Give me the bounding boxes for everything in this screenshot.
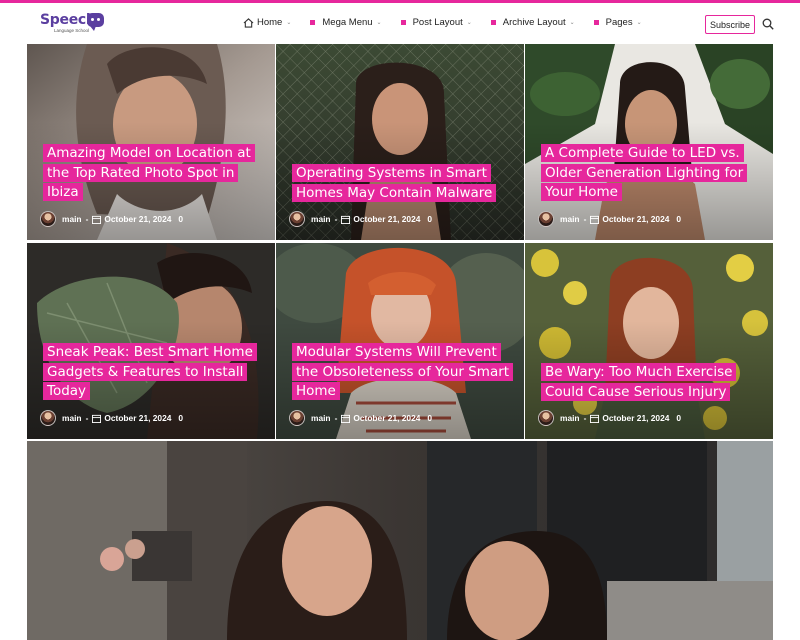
calendar-icon [590, 414, 600, 423]
nav-item-post-layout[interactable]: Post Layout ⌄ [400, 17, 472, 28]
calendar-icon [341, 414, 351, 423]
post-date[interactable]: October 21, 2024 [104, 214, 171, 224]
nav-item-archive-layout[interactable]: Archive Layout ⌄ [490, 17, 575, 28]
subscribe-button[interactable]: Subscribe [705, 15, 755, 34]
nav-item-mega-menu[interactable]: Mega Menu ⌄ [310, 17, 382, 28]
featured-photo [27, 441, 773, 640]
comment-count[interactable]: 0 [427, 413, 432, 423]
post-title[interactable]: Amazing Model on Location at the Top Rat… [43, 144, 263, 203]
post-card[interactable]: Be Wary: Too Much Exercise Could Cause S… [525, 243, 773, 439]
post-date[interactable]: October 21, 2024 [602, 214, 669, 224]
meta-separator: - [334, 413, 338, 423]
author-avatar[interactable] [538, 410, 554, 426]
post-title[interactable]: Modular Systems Will Prevent the Obsolet… [292, 343, 514, 402]
post-card[interactable]: Modular Systems Will Prevent the Obsolet… [276, 243, 524, 439]
post-card[interactable]: Amazing Model on Location at the Top Rat… [27, 44, 275, 240]
post-card[interactable]: Operating Systems in Smart Homes May Con… [276, 44, 524, 240]
site-header: Speech Language School Home ⌄ Mega Menu … [0, 3, 800, 44]
nav-label: Mega Menu [322, 17, 373, 28]
post-title-wrap: Be Wary: Too Much Exercise Could Cause S… [541, 363, 761, 402]
post-author[interactable]: main [62, 214, 82, 224]
post-author[interactable]: main [560, 413, 580, 423]
comment-count[interactable]: 0 [178, 413, 183, 423]
post-card[interactable]: A Complete Guide to LED vs. Older Genera… [525, 44, 773, 240]
chevron-down-icon: ⌄ [569, 20, 575, 26]
comment-count[interactable]: 0 [427, 214, 432, 224]
nav-item-pages[interactable]: Pages ⌄ [593, 17, 642, 28]
calendar-icon [92, 215, 102, 224]
featured-post-image[interactable] [27, 441, 773, 640]
chevron-down-icon: ⌄ [636, 20, 642, 26]
post-date[interactable]: October 21, 2024 [104, 413, 171, 423]
post-title[interactable]: A Complete Guide to LED vs. Older Genera… [541, 144, 761, 203]
home-icon [243, 17, 254, 28]
author-avatar[interactable] [289, 211, 305, 227]
post-date[interactable]: October 21, 2024 [353, 214, 420, 224]
post-title-wrap: Sneak Peak: Best Smart Home Gadgets & Fe… [43, 343, 263, 402]
post-meta: main - October 21, 2024 0 [289, 211, 432, 227]
post-author[interactable]: main [62, 413, 82, 423]
post-author[interactable]: main [311, 214, 331, 224]
chevron-down-icon: ⌄ [286, 20, 292, 26]
author-avatar[interactable] [40, 211, 56, 227]
author-avatar[interactable] [538, 211, 554, 227]
nav-label: Home [257, 17, 283, 28]
post-meta: main - October 21, 2024 0 [40, 410, 183, 426]
comment-count[interactable]: 0 [676, 413, 681, 423]
post-meta: main - October 21, 2024 0 [40, 211, 183, 227]
square-bullet-icon [310, 20, 316, 25]
meta-separator: - [334, 214, 338, 224]
post-date[interactable]: October 21, 2024 [602, 413, 669, 423]
post-date[interactable]: October 21, 2024 [353, 413, 420, 423]
comment-count[interactable]: 0 [178, 214, 183, 224]
post-meta: main - October 21, 2024 0 [538, 410, 681, 426]
square-bullet-icon [490, 20, 496, 25]
calendar-icon [341, 215, 351, 224]
chevron-down-icon: ⌄ [466, 20, 472, 26]
nav-label: Archive Layout [502, 17, 566, 28]
post-author[interactable]: main [311, 413, 331, 423]
post-meta: main - October 21, 2024 0 [289, 410, 432, 426]
meta-separator: - [85, 214, 89, 224]
post-meta: main - October 21, 2024 0 [538, 211, 681, 227]
author-avatar[interactable] [40, 410, 56, 426]
post-card[interactable]: Sneak Peak: Best Smart Home Gadgets & Fe… [27, 243, 275, 439]
search-icon[interactable] [762, 18, 774, 30]
comment-count[interactable]: 0 [676, 214, 681, 224]
post-title-wrap: Modular Systems Will Prevent the Obsolet… [292, 343, 514, 402]
post-title-wrap: A Complete Guide to LED vs. Older Genera… [541, 144, 761, 203]
meta-separator: - [583, 214, 587, 224]
post-title[interactable]: Operating Systems in Smart Homes May Con… [292, 164, 512, 203]
meta-separator: - [583, 413, 587, 423]
main-navigation: Home ⌄ Mega Menu ⌄ Post Layout ⌄ Archive… [243, 17, 661, 28]
square-bullet-icon [400, 20, 406, 25]
square-bullet-icon [593, 20, 599, 25]
post-title-wrap: Operating Systems in Smart Homes May Con… [292, 164, 512, 203]
chevron-down-icon: ⌄ [376, 20, 382, 26]
nav-item-home[interactable]: Home ⌄ [243, 17, 291, 28]
nav-label: Pages [605, 17, 633, 28]
meta-separator: - [85, 413, 89, 423]
author-avatar[interactable] [289, 410, 305, 426]
post-author[interactable]: main [560, 214, 580, 224]
calendar-icon [92, 414, 102, 423]
nav-label: Post Layout [412, 17, 463, 28]
calendar-icon [590, 215, 600, 224]
post-title-wrap: Amazing Model on Location at the Top Rat… [43, 144, 263, 203]
chat-bubble-icon [87, 13, 104, 31]
post-title[interactable]: Sneak Peak: Best Smart Home Gadgets & Fe… [43, 343, 263, 402]
post-title[interactable]: Be Wary: Too Much Exercise Could Cause S… [541, 363, 761, 402]
logo-tagline: Language School [54, 28, 90, 33]
